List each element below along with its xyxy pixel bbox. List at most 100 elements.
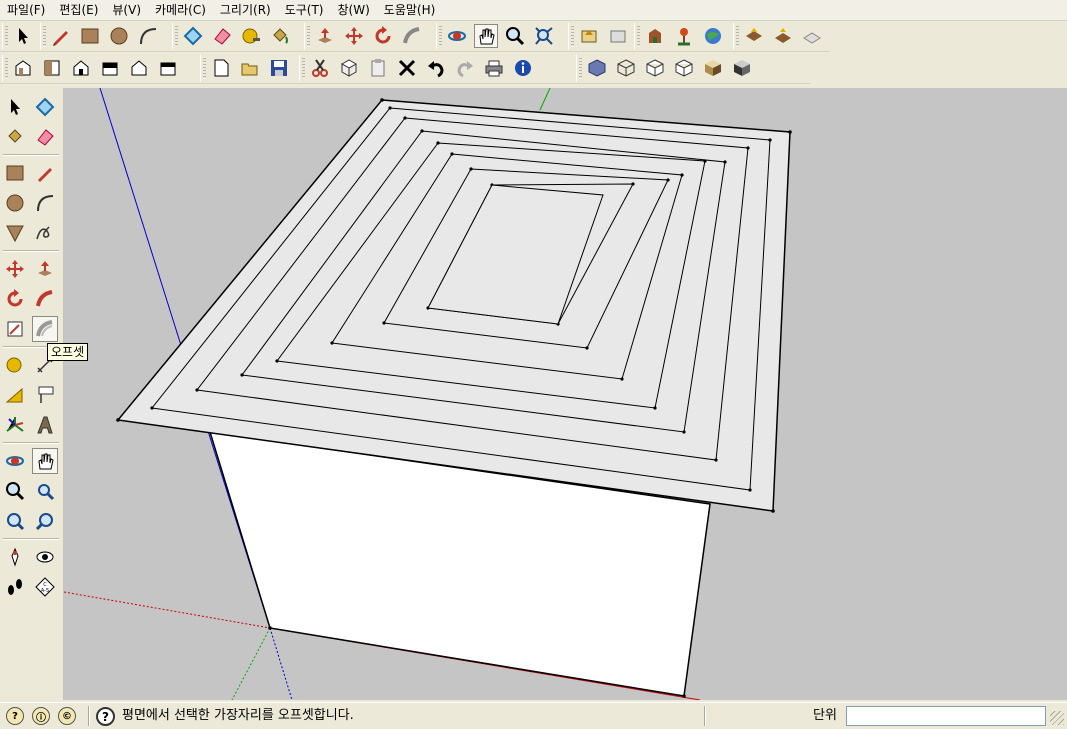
follow-me-button[interactable]	[400, 24, 424, 48]
account-icon[interactable]: ©	[58, 707, 76, 725]
back-view-button[interactable]	[127, 56, 151, 80]
eraser-tool-button[interactable]	[210, 24, 234, 48]
photo-textures-button[interactable]	[643, 24, 667, 48]
left-circle-button[interactable]	[2, 190, 28, 216]
top-view-button[interactable]	[40, 56, 64, 80]
arc-tool-button[interactable]	[136, 24, 160, 48]
sandbox-drape-button[interactable]	[771, 24, 795, 48]
left-orbit-button[interactable]	[2, 448, 28, 474]
cut-button[interactable]	[308, 56, 332, 80]
left-move-button[interactable]	[2, 256, 28, 282]
redo-icon	[457, 61, 473, 78]
right-view-button[interactable]	[98, 56, 122, 80]
left-select-button[interactable]	[2, 94, 28, 120]
pan-button[interactable]	[474, 24, 498, 48]
credits-icon[interactable]: ⓘ	[32, 707, 50, 725]
left-make-component-button[interactable]	[32, 94, 58, 120]
left-3d-text-button[interactable]	[32, 412, 58, 438]
left-polygon-button[interactable]	[2, 220, 28, 246]
help-icon[interactable]: ?	[96, 707, 115, 726]
menu-edit[interactable]: 편집(E)	[52, 0, 105, 20]
copy-button[interactable]	[337, 56, 361, 80]
orbit-button[interactable]	[445, 24, 469, 48]
left-zoom-button[interactable]	[2, 478, 28, 504]
redo-button[interactable]	[453, 56, 477, 80]
left-scale-button[interactable]	[2, 316, 28, 342]
left-position-camera-button[interactable]	[2, 544, 28, 570]
left-text-button[interactable]	[32, 382, 58, 408]
left-rectangle-button[interactable]	[2, 160, 28, 186]
select-tool-button[interactable]	[11, 24, 35, 48]
axes-icon	[6, 417, 24, 432]
sandbox-stamp-button[interactable]	[800, 24, 824, 48]
left-line-button[interactable]	[32, 160, 58, 186]
rectangle-tool-button[interactable]	[78, 24, 102, 48]
google-earth-button[interactable]	[701, 24, 725, 48]
front-view-button[interactable]	[69, 56, 93, 80]
left-follow-me-button[interactable]	[32, 286, 58, 312]
paint-bucket-button[interactable]	[268, 24, 292, 48]
shaded-style-button[interactable]	[672, 56, 696, 80]
menu-help[interactable]: 도움말(H)	[377, 0, 443, 20]
menu-window[interactable]: 창(W)	[331, 0, 377, 20]
zoom-button[interactable]	[503, 24, 527, 48]
zoom-extents-button[interactable]	[532, 24, 556, 48]
menu-draw[interactable]: 그리기(R)	[213, 0, 278, 20]
left-paint-bucket-button[interactable]	[2, 124, 28, 150]
measurements-input[interactable]	[846, 706, 1046, 726]
left-axes-button[interactable]	[2, 412, 28, 438]
paste-button[interactable]	[366, 56, 390, 80]
xray-style-button[interactable]	[585, 56, 609, 80]
menu-tools[interactable]: 도구(T)	[278, 0, 331, 20]
left-offset-button[interactable]	[32, 316, 58, 342]
model-viewport[interactable]	[64, 88, 1067, 700]
left-section-plane-button[interactable]: C A-5	[32, 574, 58, 600]
position-camera-icon	[11, 547, 19, 567]
menu-file[interactable]: 파일(F)	[0, 0, 52, 20]
shaded-textures-style-button[interactable]	[701, 56, 725, 80]
line-tool-button[interactable]	[49, 24, 73, 48]
delete-button[interactable]	[395, 56, 419, 80]
open-file-button[interactable]	[238, 56, 262, 80]
save-file-button[interactable]	[267, 56, 291, 80]
monochrome-style-button[interactable]	[730, 56, 754, 80]
move-tool-button[interactable]	[342, 24, 366, 48]
share-model-button[interactable]	[606, 24, 630, 48]
left-next-view-button[interactable]	[32, 508, 58, 534]
tape-measure-button[interactable]	[239, 24, 263, 48]
left-push-pull-button[interactable]	[32, 256, 58, 282]
wireframe-style-button[interactable]	[614, 56, 638, 80]
menu-view[interactable]: 뷰(V)	[105, 0, 148, 20]
left-protractor-button[interactable]	[2, 382, 28, 408]
left-look-around-button[interactable]	[32, 544, 58, 570]
add-location-button[interactable]	[672, 24, 696, 48]
left-rotate-button[interactable]	[2, 286, 28, 312]
menu-camera[interactable]: 카메라(C)	[148, 0, 213, 20]
print-button[interactable]	[482, 56, 506, 80]
vertex-point	[748, 488, 752, 492]
undo-button[interactable]	[424, 56, 448, 80]
left-walk-button[interactable]	[2, 574, 28, 600]
resize-grip[interactable]	[1050, 711, 1064, 725]
model-info-button[interactable]	[511, 56, 535, 80]
hidden-line-style-button[interactable]	[643, 56, 667, 80]
left-previous-view-button[interactable]	[2, 508, 28, 534]
scene-canvas[interactable]	[64, 88, 1067, 700]
new-file-button[interactable]	[209, 56, 233, 80]
sandbox-button[interactable]	[742, 24, 766, 48]
push-pull-button[interactable]	[313, 24, 337, 48]
left-pan-button[interactable]	[32, 448, 58, 474]
make-component-button[interactable]	[181, 24, 205, 48]
get-models-button[interactable]	[577, 24, 601, 48]
rotate-tool-button[interactable]	[371, 24, 395, 48]
geo-location-icon[interactable]: ?	[6, 707, 24, 725]
left-zoom-window-button[interactable]	[32, 478, 58, 504]
circle-tool-button[interactable]	[107, 24, 131, 48]
iso-view-button[interactable]	[11, 56, 35, 80]
left-eraser-button[interactable]	[32, 124, 58, 150]
left-freehand-button[interactable]	[32, 220, 58, 246]
left-view-button[interactable]	[156, 56, 180, 80]
rotate-icon	[375, 26, 391, 44]
left-arc-button[interactable]	[32, 190, 58, 216]
left-tape-measure-button[interactable]	[2, 352, 28, 378]
